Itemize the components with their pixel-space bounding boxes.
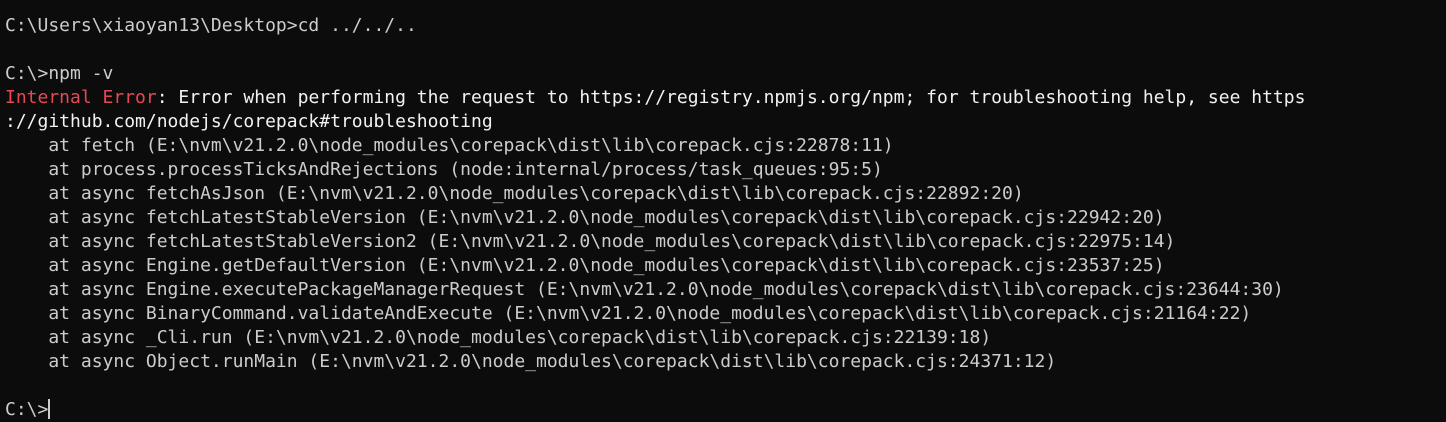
stack-trace-line: at process.processTicksAndRejections (no…	[5, 159, 883, 180]
error-label: Internal Error	[5, 87, 157, 108]
error-message: Error when performing the request to htt…	[167, 87, 1306, 108]
text-cursor	[48, 399, 51, 419]
stack-trace-line: at async fetchLatestStableVersion (E:\nv…	[5, 207, 1165, 228]
terminal-output[interactable]: C:\Users\xiaoyan13\Desktop>cd ../../.. C…	[5, 14, 1446, 422]
stack-trace-line: at async Engine.getDefaultVersion (E:\nv…	[5, 255, 1165, 276]
stack-trace-line: at async fetchAsJson (E:\nvm\v21.2.0\nod…	[5, 183, 1024, 204]
error-colon: :	[156, 87, 168, 108]
error-line: Internal Error: Error when performing th…	[5, 86, 1446, 110]
prompt-line[interactable]: C:\>	[5, 398, 1446, 422]
command-text: C:\Users\xiaoyan13\Desktop>cd ../../..	[5, 15, 417, 36]
error-message-continued: ://github.com/nodejs/corepack#troublesho…	[5, 111, 493, 132]
stack-trace-line: at async _Cli.run (E:\nvm\v21.2.0\node_m…	[5, 327, 992, 348]
command-line-cd: C:\Users\xiaoyan13\Desktop>cd ../../..	[5, 14, 1446, 38]
prompt-text: C:\>	[5, 399, 49, 420]
stack-trace-line: at async Object.runMain (E:\nvm\v21.2.0\…	[5, 351, 1057, 372]
stack-trace-line: at async Engine.executePackageManagerReq…	[5, 279, 1284, 300]
command-line-npm: C:\>npm -v	[5, 62, 1446, 86]
stack-trace-line: at fetch (E:\nvm\v21.2.0\node_modules\co…	[5, 135, 894, 156]
stack-trace-line: at async BinaryCommand.validateAndExecut…	[5, 303, 1252, 324]
command-text: C:\>npm -v	[5, 63, 114, 84]
stack-trace-line: at async fetchLatestStableVersion2 (E:\n…	[5, 231, 1176, 252]
